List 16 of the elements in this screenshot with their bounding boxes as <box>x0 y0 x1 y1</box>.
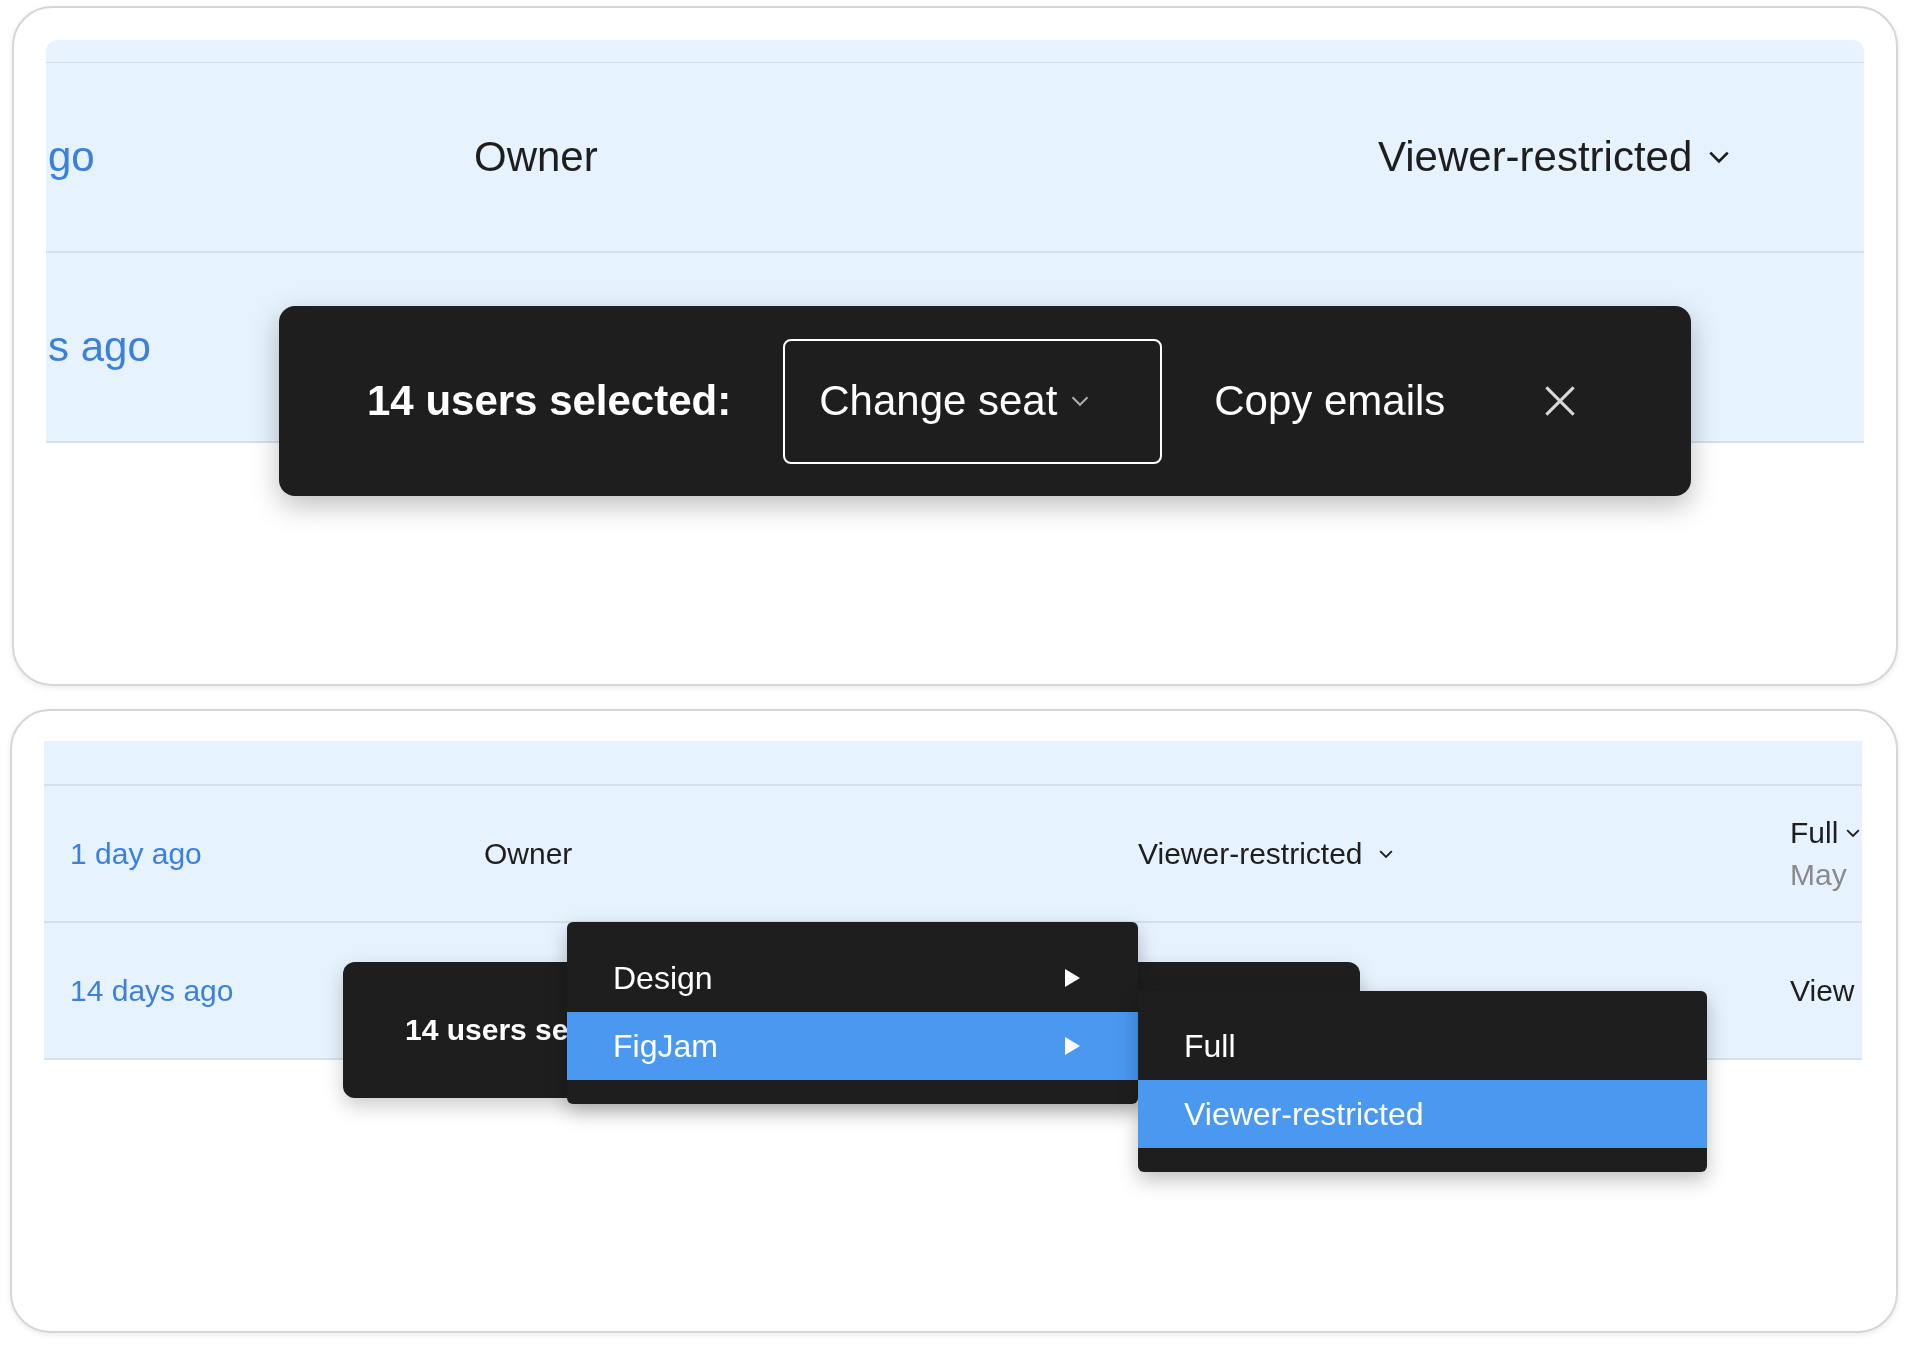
close-icon <box>1543 384 1578 418</box>
seat-dropdown[interactable]: Viewer-restricted <box>1378 133 1731 181</box>
selection-count: 14 users selected: <box>367 377 732 425</box>
seat-dropdown[interactable]: Viewer-restricted <box>1138 836 1393 871</box>
menu-item[interactable]: Design <box>567 944 1138 1012</box>
role-text: Owner <box>474 133 598 181</box>
chevron-icon <box>1071 395 1090 407</box>
role-text: Owner <box>484 836 573 871</box>
copy-emails-button[interactable]: Copy emails <box>1214 377 1446 425</box>
close-button[interactable] <box>1543 384 1578 418</box>
seat-dropdown[interactable]: Full <box>1790 815 1861 850</box>
date-text: May <box>1790 857 1847 892</box>
seat-dropdown[interactable]: View <box>1790 973 1855 1008</box>
selection-count: 14 users se <box>405 1013 569 1047</box>
change-seat-button[interactable]: Change seat <box>783 338 1163 464</box>
menu-item[interactable]: Full <box>1138 1012 1707 1080</box>
